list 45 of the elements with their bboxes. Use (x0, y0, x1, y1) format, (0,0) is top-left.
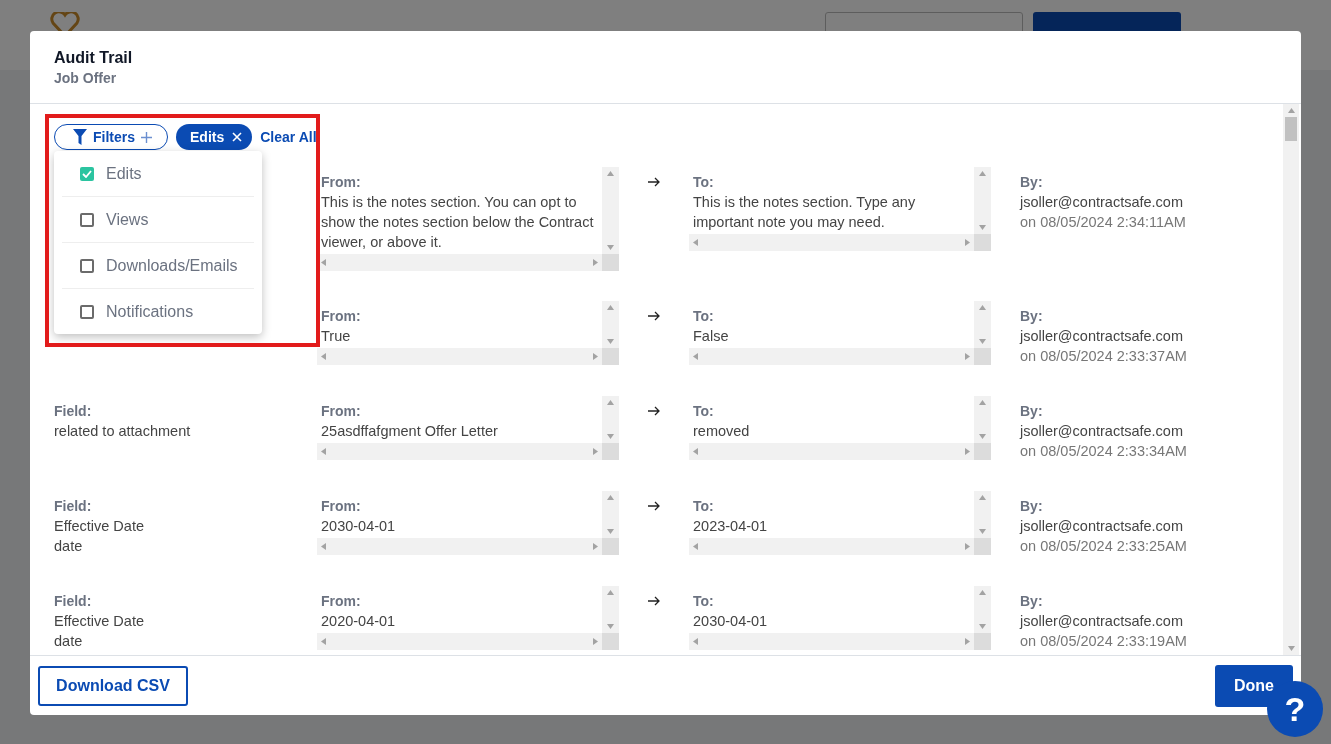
field-value: date (54, 632, 84, 651)
user-email: jsoller@contractsafe.com (1020, 327, 1184, 346)
box-value: 2023-04-01 (693, 517, 769, 536)
box-value: removed (693, 422, 751, 441)
box-label: To: (693, 307, 715, 326)
user-email: jsoller@contractsafe.com (1020, 422, 1184, 441)
user-email: jsoller@contractsafe.com (1020, 517, 1184, 536)
box-value: 25asdffafgment Offer Letter (321, 422, 499, 441)
box-value: 2030-04-01 (321, 517, 397, 536)
box-label: From: (321, 497, 362, 516)
entry-date: on 08/05/2024 2:33:37AM (1020, 347, 1188, 366)
by-label: By: (1020, 497, 1044, 516)
field-label: Field: (54, 402, 93, 421)
field-label: Field: (54, 592, 93, 611)
box-label: To: (693, 497, 715, 516)
box-label: From: (321, 307, 362, 326)
entry-date: on 08/05/2024 2:33:34AM (1020, 442, 1188, 461)
by-label: By: (1020, 592, 1044, 611)
box-value: False (693, 327, 730, 346)
dialog-subtitle: Job Offer (54, 69, 118, 88)
entry-date: on 08/05/2024 2:33:19AM (1020, 632, 1188, 651)
field-value: Effective Date (54, 612, 145, 631)
box-value: True (321, 327, 352, 346)
box-value: This is the notes section. Type any important note you may need. (693, 193, 917, 232)
field-label: Field: (54, 497, 93, 516)
field-value: Effective Date (54, 517, 145, 536)
box-value: 2020-04-01 (321, 612, 397, 631)
dialog-title: Audit Trail (54, 48, 134, 68)
entry-date: on 08/05/2024 2:33:25AM (1020, 537, 1188, 556)
box-label: To: (693, 173, 715, 192)
box-value: This is the notes section. You can opt to show the notes section below the Contract viewer, or above it. (321, 193, 595, 252)
user-email: jsoller@contractsafe.com (1020, 612, 1184, 631)
user-email: jsoller@contractsafe.com (1020, 193, 1184, 212)
field-value: date (54, 537, 84, 556)
box-label: From: (321, 592, 362, 611)
box-value: 2030-04-01 (693, 612, 769, 631)
entry-date: on 08/05/2024 2:34:11AM (1020, 213, 1187, 232)
box-label: From: (321, 173, 362, 192)
by-label: By: (1020, 307, 1044, 326)
box-label: From: (321, 402, 362, 421)
box-label: To: (693, 592, 715, 611)
field-value: related to attachment (54, 422, 192, 441)
by-label: By: (1020, 402, 1044, 421)
by-label: By: (1020, 173, 1044, 192)
box-label: To: (693, 402, 715, 421)
